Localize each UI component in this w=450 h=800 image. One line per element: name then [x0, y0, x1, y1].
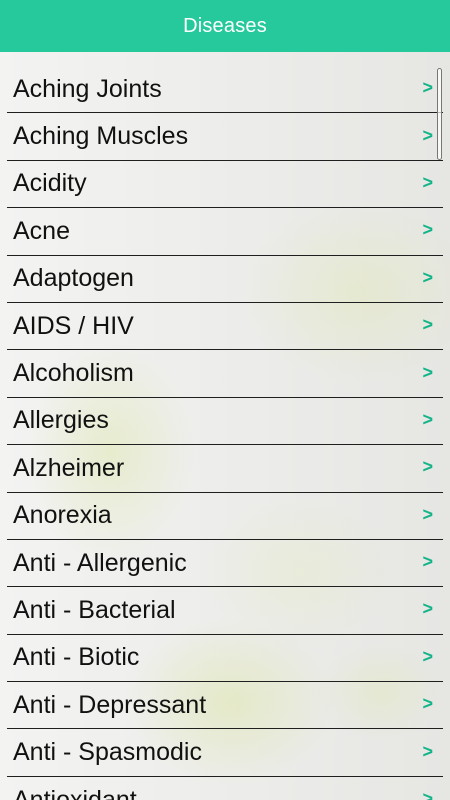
list-item-label: Anti - Depressant: [13, 690, 207, 719]
disease-list: Aching Joints > Aching Muscles > Acidity…: [7, 66, 443, 800]
list-item-anti-allergenic[interactable]: Anti - Allergenic >: [7, 540, 443, 588]
list-item-aching-muscles[interactable]: Aching Muscles >: [7, 113, 443, 161]
list-item-label: Anti - Bacterial: [13, 595, 176, 624]
list-item-label: Antioxidant: [13, 785, 137, 800]
list-item-label: Allergies: [13, 406, 109, 435]
list-item-alcoholism[interactable]: Alcoholism >: [7, 350, 443, 398]
list-item-label: Adaptogen: [13, 264, 134, 293]
list-item-label: Anti - Biotic: [13, 643, 140, 672]
chevron-right-icon: >: [422, 361, 433, 382]
chevron-right-icon: >: [422, 267, 433, 288]
list-item-label: Alzheimer: [13, 453, 125, 482]
chevron-right-icon: >: [422, 172, 433, 193]
list-item-anti-biotic[interactable]: Anti - Biotic >: [7, 635, 443, 683]
chevron-right-icon: >: [422, 77, 433, 98]
list-item-label: Alcoholism: [13, 359, 134, 388]
chevron-right-icon: >: [422, 314, 433, 335]
list-item-label: Aching Joints: [13, 74, 162, 103]
chevron-right-icon: >: [422, 409, 433, 430]
list-item-acidity[interactable]: Acidity >: [7, 161, 443, 209]
list-item-acne[interactable]: Acne >: [7, 208, 443, 256]
list-item-label: AIDS / HIV: [13, 311, 134, 340]
chevron-right-icon: >: [422, 598, 433, 619]
list-item-aching-joints[interactable]: Aching Joints >: [7, 66, 443, 114]
list-item-anti-bacterial[interactable]: Anti - Bacterial >: [7, 587, 443, 635]
list-item-label: Aching Muscles: [13, 122, 189, 151]
list-item-anorexia[interactable]: Anorexia >: [7, 493, 443, 540]
scrollbar[interactable]: [437, 68, 442, 160]
list-item-antioxidant[interactable]: Antioxidant >: [7, 777, 443, 800]
chevron-right-icon: >: [422, 741, 433, 762]
chevron-right-icon: >: [422, 551, 433, 572]
list-item-adaptogen[interactable]: Adaptogen >: [7, 256, 443, 303]
chevron-right-icon: >: [422, 646, 433, 667]
chevron-right-icon: >: [422, 504, 433, 525]
list-item-anti-spasmodic[interactable]: Anti - Spasmodic >: [7, 729, 443, 777]
list-item-anti-depressant[interactable]: Anti - Depressant >: [7, 682, 443, 730]
app-header: Diseases: [0, 0, 450, 52]
chevron-right-icon: >: [422, 693, 433, 714]
chevron-right-icon: >: [422, 456, 433, 477]
chevron-right-icon: >: [422, 125, 433, 146]
chevron-right-icon: >: [422, 788, 433, 800]
list-item-aids-hiv[interactable]: AIDS / HIV >: [7, 303, 443, 351]
list-item-label: Acne: [13, 216, 70, 245]
chevron-right-icon: >: [422, 219, 433, 240]
page-title: Diseases: [183, 14, 267, 37]
list-item-alzheimer[interactable]: Alzheimer >: [7, 445, 443, 493]
list-item-label: Anti - Allergenic: [13, 548, 187, 577]
list-item-label: Anorexia: [13, 501, 112, 530]
list-item-allergies[interactable]: Allergies >: [7, 398, 443, 446]
list-item-label: Acidity: [13, 169, 87, 198]
disease-list-panel[interactable]: Aching Joints > Aching Muscles > Acidity…: [0, 52, 450, 800]
list-item-label: Anti - Spasmodic: [13, 738, 202, 767]
